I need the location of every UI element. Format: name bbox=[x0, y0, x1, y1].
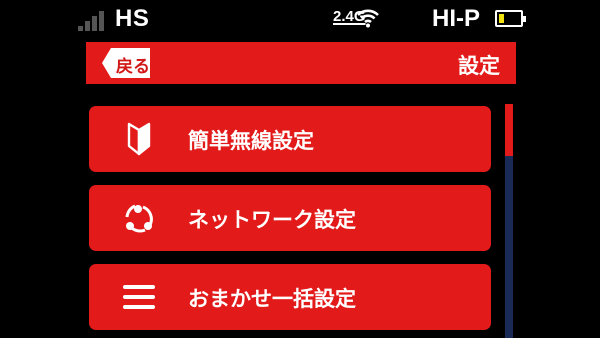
mode-indicator: HI-P bbox=[432, 5, 480, 32]
back-button[interactable]: 戻る bbox=[102, 48, 150, 78]
back-button-label: 戻る bbox=[116, 57, 150, 77]
menu-item-auto-bulk-settings[interactable]: おまかせ一括設定 bbox=[89, 264, 491, 330]
menu-item-label: おまかせ一括設定 bbox=[188, 287, 356, 311]
menu-item-easy-wireless-setup[interactable]: 簡単無線設定 bbox=[89, 106, 491, 172]
battery-fill bbox=[499, 14, 504, 23]
network-type: HS bbox=[115, 5, 150, 32]
menu-item-label: ネットワーク設定 bbox=[188, 208, 356, 232]
beginner-mark-icon bbox=[127, 122, 151, 156]
menu-item-label: 簡単無線設定 bbox=[188, 129, 314, 153]
scrollbar-thumb[interactable] bbox=[505, 104, 513, 156]
status-bar: HS 2.4G HI-P bbox=[0, 0, 600, 40]
header-bar: 戻る 設定 bbox=[86, 42, 516, 84]
battery-icon bbox=[495, 10, 526, 27]
scrollbar[interactable] bbox=[505, 104, 513, 338]
menu-item-network-settings[interactable]: ネットワーク設定 bbox=[89, 185, 491, 251]
network-icon bbox=[125, 204, 153, 233]
signal-strength-icon bbox=[78, 9, 112, 31]
menu-list-icon bbox=[123, 285, 155, 309]
page-title: 設定 bbox=[458, 54, 500, 78]
wifi-icon bbox=[357, 9, 379, 28]
